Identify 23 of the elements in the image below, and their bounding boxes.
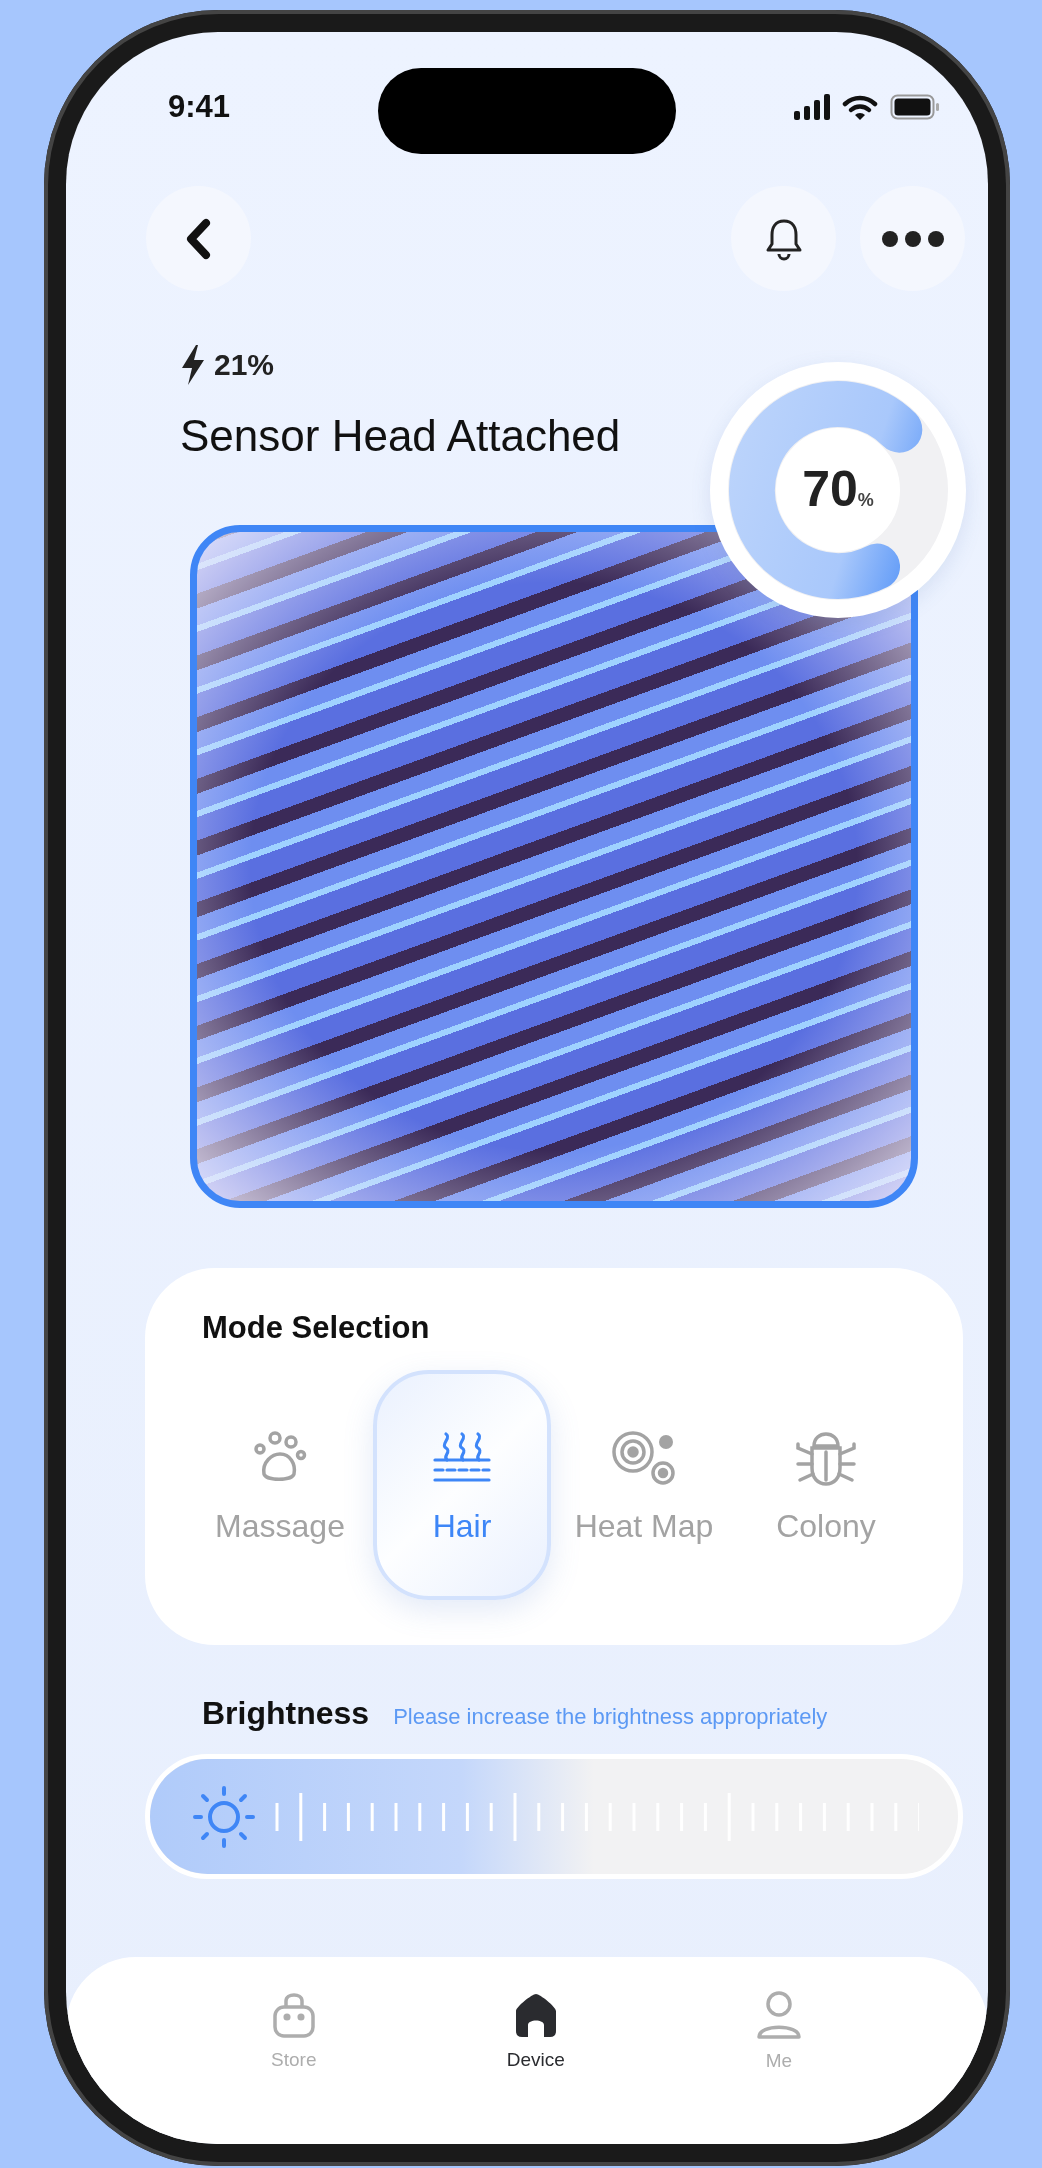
mode-option[interactable]: Heat Map	[555, 1370, 733, 1600]
mode-option[interactable]: Massage	[191, 1370, 369, 1600]
mode-option[interactable]: Hair	[373, 1370, 551, 1600]
brightness-hint: Please increase the brightness appropriately	[393, 1704, 828, 1730]
brightness-label: Brightness	[202, 1695, 370, 1732]
person-icon	[754, 1989, 803, 2040]
status-time: 9:41	[168, 89, 231, 125]
lightning-icon	[180, 345, 206, 385]
gauge-unit: %	[857, 490, 874, 511]
sun-icon	[193, 1786, 255, 1848]
battery-level: 21%	[214, 348, 275, 382]
card-title: Mode Selection	[202, 1309, 431, 1347]
bag-icon	[271, 1990, 316, 2039]
gauge-value: 70	[802, 460, 858, 518]
tab-item[interactable]: Store	[271, 1990, 317, 2071]
signal-icon	[794, 94, 830, 120]
wifi-icon	[842, 93, 878, 121]
status-title: Sensor Head Attached	[180, 411, 622, 461]
tab-item[interactable]: Device	[506, 1990, 565, 2071]
mode-option[interactable]: Colony	[737, 1370, 915, 1600]
tab-item[interactable]: Me	[754, 1989, 803, 2072]
more-icon	[880, 229, 945, 248]
battery-icon	[890, 94, 940, 120]
